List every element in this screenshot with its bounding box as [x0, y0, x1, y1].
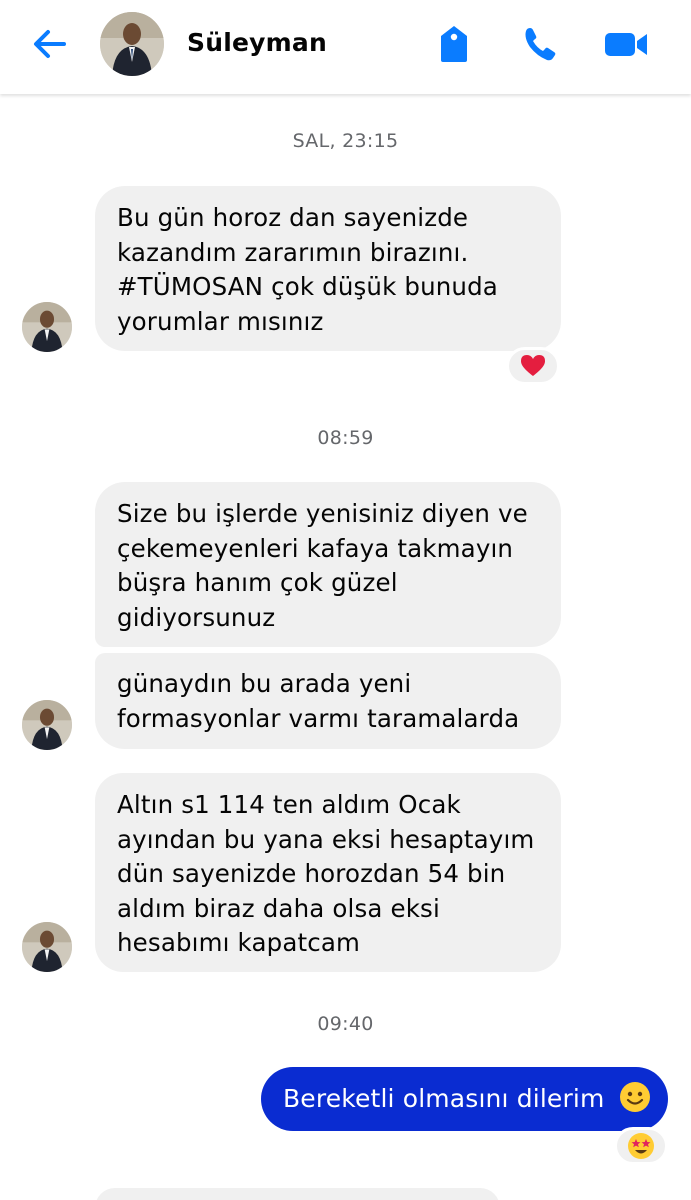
message-text: Bereketli olmasını dilerim — [283, 1084, 605, 1113]
voice-call-button[interactable] — [518, 22, 562, 66]
timestamp: SAL, 23:15 — [292, 130, 399, 152]
message-line: aldım biraz daha olsa eksi — [117, 893, 440, 923]
avatar-photo — [22, 302, 72, 352]
star-struck-icon — [628, 1133, 654, 1159]
incoming-message[interactable]: Altın s1 114 ten aldım Ocak ayından bu y… — [95, 773, 561, 972]
video-camera-icon — [605, 33, 647, 56]
incoming-message[interactable]: günaydın bu arada yeni formasyonlar varm… — [95, 653, 561, 749]
message-line: #TÜMOSAN çok düşük bunuda — [117, 272, 498, 301]
message-reaction[interactable] — [506, 347, 560, 385]
message-line: Altın s1 114 ten aldım Ocak — [117, 790, 461, 819]
contact-avatar[interactable] — [100, 12, 164, 76]
message-line: kazandım zararımın birazını. — [117, 237, 469, 267]
message-line: Bu gün horoz dan sayenizde — [117, 203, 469, 232]
incoming-message[interactable] — [95, 1188, 500, 1200]
back-arrow-icon — [34, 30, 66, 58]
message-line: ayından bu yana eksi hesaptayım — [117, 824, 535, 854]
timestamp: 08:59 — [317, 427, 374, 449]
video-call-button[interactable] — [602, 22, 647, 66]
tag-icon — [441, 26, 467, 62]
chat-header: Süleyman — [0, 0, 691, 94]
message-line: çekemeyenleri kafaya takmayın — [117, 533, 514, 563]
heart-icon — [521, 355, 545, 376]
sender-avatar[interactable] — [22, 302, 72, 352]
timestamp: 09:40 — [317, 1013, 374, 1035]
message-line: yorumlar mısınız — [117, 306, 324, 336]
back-button[interactable] — [28, 24, 72, 64]
incoming-message[interactable]: Size bu işlerde yenisiniz diyen ve çekem… — [95, 482, 561, 647]
avatar-photo — [100, 12, 164, 76]
sender-avatar[interactable] — [22, 700, 72, 750]
avatar-photo — [22, 922, 72, 972]
message-line: büşra hanım çok güzel — [117, 568, 398, 597]
avatar-photo — [22, 700, 72, 750]
incoming-message[interactable]: Bu gün horoz dan sayenizde kazandım zara… — [95, 186, 561, 351]
phone-icon — [525, 28, 556, 61]
message-line: formasyonlar varmı taramalarda — [117, 703, 520, 733]
tag-button[interactable] — [432, 22, 476, 66]
contact-name[interactable]: Süleyman — [187, 28, 327, 57]
sender-avatar[interactable] — [22, 922, 72, 972]
message-line: dün sayenizde horozdan 54 bin — [117, 859, 506, 888]
message-line: gidiyorsunuz — [117, 602, 276, 632]
outgoing-message[interactable]: Bereketli olmasını dilerim — [261, 1067, 668, 1131]
message-reaction[interactable] — [614, 1127, 668, 1165]
message-line: günaydın bu arada yeni — [117, 669, 412, 698]
message-line: hesabımı kapatcam — [117, 928, 361, 957]
message-line: Size bu işlerde yenisiniz diyen ve — [117, 499, 528, 528]
